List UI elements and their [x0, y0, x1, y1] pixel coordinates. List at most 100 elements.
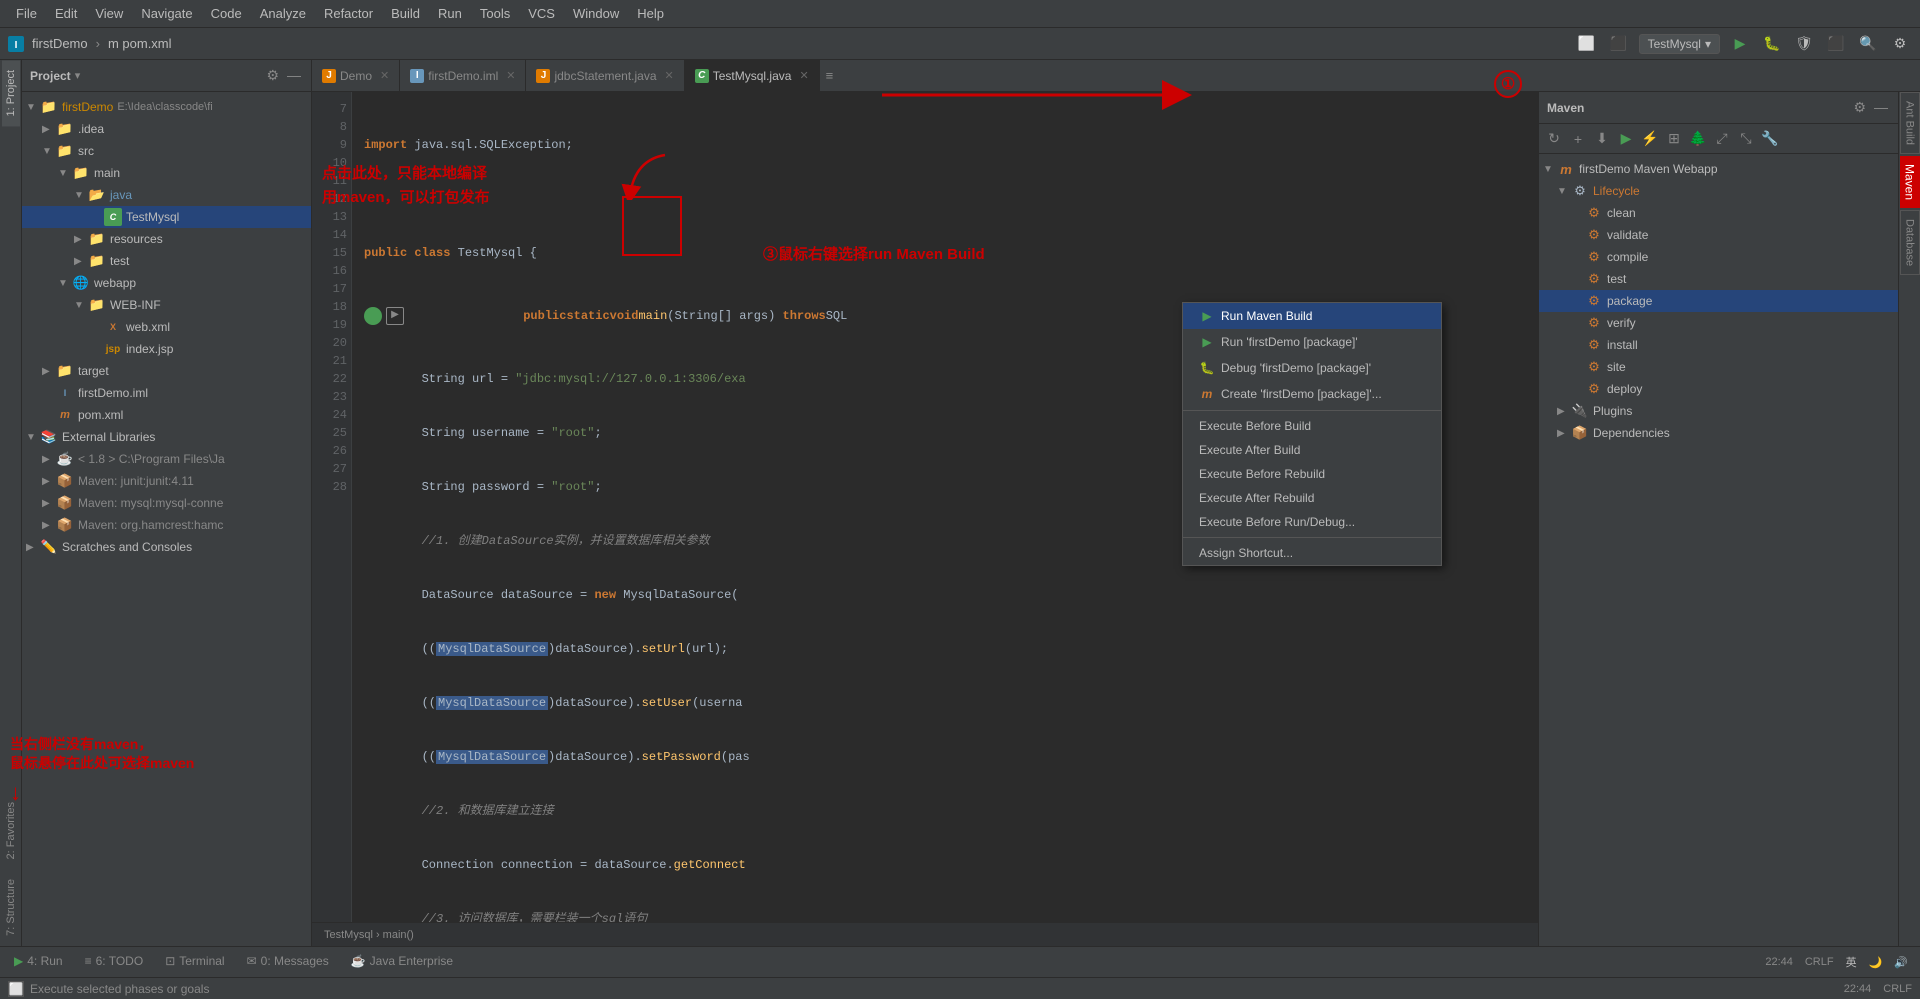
maven-expand-btn[interactable]: ⤢ [1711, 128, 1733, 150]
tree-item-firstdemo-iml[interactable]: ▶ I firstDemo.iml [22, 382, 311, 404]
menu-item-help[interactable]: Help [629, 4, 672, 23]
maven-item-package[interactable]: ▶ ⚙ package [1539, 290, 1898, 312]
ant-build-tab[interactable]: Ant Build [1900, 92, 1920, 154]
ctx-execute-after-build[interactable]: Execute After Build [1183, 438, 1441, 462]
tree-item-src[interactable]: ▼ 📁 src [22, 140, 311, 162]
bottom-tab-terminal[interactable]: ⊡ Terminal [155, 947, 234, 977]
collapse-icon[interactable]: — [285, 65, 303, 86]
run-with-coverage-button[interactable]: 🛡 [1792, 32, 1816, 56]
ctx-execute-before-build[interactable]: Execute Before Build [1183, 414, 1441, 438]
maven-item-compile[interactable]: ▶ ⚙ compile [1539, 246, 1898, 268]
tab-close-iml[interactable]: ✕ [506, 69, 515, 82]
ctx-create-firstdemo[interactable]: m Create 'firstDemo [package]'... [1183, 381, 1441, 407]
run-config-dropdown[interactable]: TestMysql ▾ [1639, 34, 1720, 54]
maven-add-btn[interactable]: + [1567, 128, 1589, 150]
tree-item-junit[interactable]: ▶ 📦 Maven: junit:junit:4.11 [22, 470, 311, 492]
maven-cols-btn[interactable]: ⊞ [1663, 128, 1685, 150]
menu-item-file[interactable]: File [8, 4, 45, 23]
tab-close-testmysql[interactable]: ✕ [799, 69, 808, 82]
settings-button[interactable]: ⚙ [1888, 32, 1912, 56]
tree-item-firstdemo-root[interactable]: ▼ 📁 firstDemo E:\Idea\classcode\fi [22, 96, 311, 118]
stop-button[interactable]: ⬛ [1824, 32, 1848, 56]
maven-item-validate[interactable]: ▶ ⚙ validate [1539, 224, 1898, 246]
tree-item-webapp[interactable]: ▼ 🌐 webapp [22, 272, 311, 294]
menu-item-tools[interactable]: Tools [472, 4, 518, 23]
tree-item-resources[interactable]: ▶ 📁 resources [22, 228, 311, 250]
sidebar-tab-structure[interactable]: 7: Structure [2, 869, 20, 946]
tab-close-jdbc[interactable]: ✕ [665, 69, 674, 82]
database-tab[interactable]: Database [1900, 210, 1920, 275]
maven-item-dependencies[interactable]: ▶ 📦 Dependencies [1539, 422, 1898, 444]
tree-item-mysql-connector[interactable]: ▶ 📦 Maven: mysql:mysql-conne [22, 492, 311, 514]
tree-item-idea[interactable]: ▶ 📁 .idea [22, 118, 311, 140]
tree-item-webinf[interactable]: ▼ 📁 WEB-INF [22, 294, 311, 316]
maven-download-btn[interactable]: ⬇ [1591, 128, 1613, 150]
tree-item-pomxml[interactable]: ▶ m pom.xml [22, 404, 311, 426]
maven-item-lifecycle[interactable]: ▼ ⚙ Lifecycle [1539, 180, 1898, 202]
menu-item-vcs[interactable]: VCS [520, 4, 563, 23]
bottom-tab-java-enterprise[interactable]: ☕ Java Enterprise [341, 947, 463, 977]
bottom-tab-todo[interactable]: ≡ 6: TODO [75, 947, 154, 977]
maven-settings-btn[interactable]: 🔧 [1759, 128, 1781, 150]
run-button[interactable]: ▶ [1728, 32, 1752, 56]
stop-execute-button[interactable]: ⬜ [8, 981, 24, 997]
maven-gear-icon[interactable]: ⚙ [1851, 97, 1868, 118]
maven-minimize-icon[interactable]: — [1872, 97, 1890, 118]
tab-firstdemo-iml[interactable]: I firstDemo.iml ✕ [400, 60, 526, 92]
maven-item-verify[interactable]: ▶ ⚙ verify [1539, 312, 1898, 334]
maven-run-btn[interactable]: ▶ [1615, 128, 1637, 150]
ctx-execute-before-rebuild[interactable]: Execute Before Rebuild [1183, 462, 1441, 486]
tab-jdbcstatement[interactable]: J jdbcStatement.java ✕ [526, 60, 684, 92]
sidebar-tab-favorites[interactable]: 2: Favorites [2, 792, 20, 869]
maven-item-install[interactable]: ▶ ⚙ install [1539, 334, 1898, 356]
tree-item-external-libraries[interactable]: ▼ 📚 External Libraries [22, 426, 311, 448]
gear-icon[interactable]: ⚙ [264, 65, 281, 86]
menu-item-analyze[interactable]: Analyze [252, 4, 314, 23]
maven-refresh-btn[interactable]: ↻ [1543, 128, 1565, 150]
menu-item-run[interactable]: Run [430, 4, 470, 23]
debug-button[interactable]: 🐛 [1760, 32, 1784, 56]
tree-item-hamcrest[interactable]: ▶ 📦 Maven: org.hamcrest:hamc [22, 514, 311, 536]
sidebar-tab-project[interactable]: 1: Project [2, 60, 20, 126]
tree-item-webxml[interactable]: ▶ X web.xml [22, 316, 311, 338]
menu-item-view[interactable]: View [87, 4, 131, 23]
tree-item-testmysql[interactable]: ▶ C TestMysql [22, 206, 311, 228]
search-everywhere-button[interactable]: 🔍 [1856, 32, 1880, 56]
maven-item-site[interactable]: ▶ ⚙ site [1539, 356, 1898, 378]
tree-item-jdk18[interactable]: ▶ ☕ < 1.8 > C:\Program Files\Ja [22, 448, 311, 470]
maven-item-firstdemo[interactable]: ▼ m firstDemo Maven Webapp [1539, 158, 1898, 180]
maven-skip-tests-btn[interactable]: ⚡ [1639, 128, 1661, 150]
maven-tree-btn[interactable]: 🌲 [1687, 128, 1709, 150]
maven-item-clean[interactable]: ▶ ⚙ clean [1539, 202, 1898, 224]
ctx-run-maven-build[interactable]: ▶ Run Maven Build [1183, 303, 1441, 329]
ctx-run-firstdemo[interactable]: ▶ Run 'firstDemo [package]' [1183, 329, 1441, 355]
ctx-execute-after-rebuild[interactable]: Execute After Rebuild [1183, 486, 1441, 510]
navigate-forward-button[interactable]: ⬛ [1607, 32, 1631, 56]
ctx-execute-before-run[interactable]: Execute Before Run/Debug... [1183, 510, 1441, 534]
menu-item-edit[interactable]: Edit [47, 4, 85, 23]
ctx-debug-firstdemo[interactable]: 🐛 Debug 'firstDemo [package]' [1183, 355, 1441, 381]
menu-item-refactor[interactable]: Refactor [316, 4, 381, 23]
maven-item-test[interactable]: ▶ ⚙ test [1539, 268, 1898, 290]
tree-item-scratches[interactable]: ▶ ✏️ Scratches and Consoles [22, 536, 311, 558]
tab-more-button[interactable]: ≡ [820, 68, 840, 83]
bottom-tab-run[interactable]: ▶ 4: Run [4, 947, 73, 977]
navigate-back-button[interactable]: ⬜ [1575, 32, 1599, 56]
tree-item-test[interactable]: ▶ 📁 test [22, 250, 311, 272]
tab-demo[interactable]: J Demo ✕ [312, 60, 400, 92]
project-panel-dropdown[interactable]: ▾ [75, 69, 81, 82]
bottom-tab-messages[interactable]: ✉ 0: Messages [237, 947, 339, 977]
tree-item-indexjsp[interactable]: ▶ jsp index.jsp [22, 338, 311, 360]
tab-close-demo[interactable]: ✕ [380, 69, 389, 82]
maven-collapse-btn[interactable]: ⤡ [1735, 128, 1757, 150]
menu-item-build[interactable]: Build [383, 4, 428, 23]
tree-item-target[interactable]: ▶ 📁 target [22, 360, 311, 382]
tab-testmysql[interactable]: C TestMysql.java ✕ [685, 60, 820, 92]
ctx-assign-shortcut[interactable]: Assign Shortcut... [1183, 541, 1441, 565]
menu-item-code[interactable]: Code [203, 4, 250, 23]
maven-side-tab[interactable]: Maven [1900, 156, 1920, 208]
tree-item-java[interactable]: ▼ 📂 java [22, 184, 311, 206]
tree-item-main[interactable]: ▼ 📁 main [22, 162, 311, 184]
maven-item-deploy[interactable]: ▶ ⚙ deploy [1539, 378, 1898, 400]
menu-item-navigate[interactable]: Navigate [133, 4, 200, 23]
